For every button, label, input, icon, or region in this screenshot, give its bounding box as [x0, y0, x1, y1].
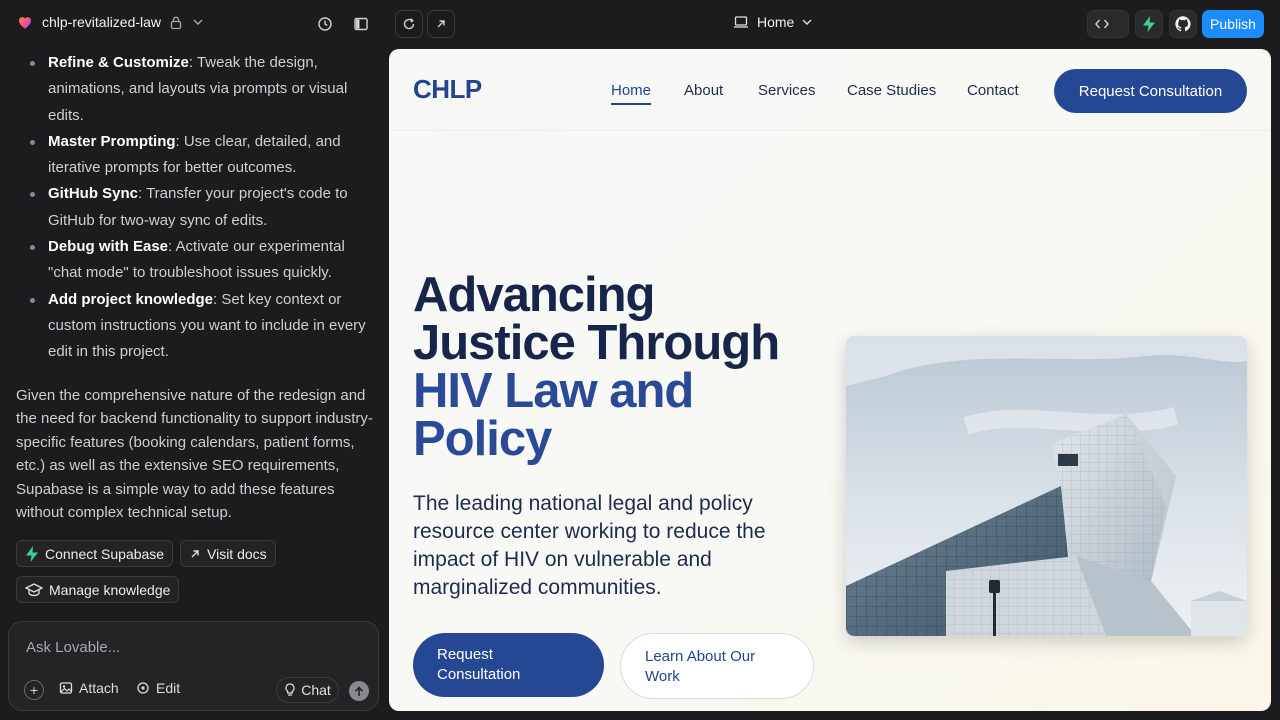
refresh-icon [403, 18, 415, 30]
chat-mode-toggle[interactable]: Chat [276, 677, 339, 703]
nav-services[interactable]: Services [758, 82, 816, 99]
manage-knowledge-label: Manage knowledge [49, 581, 171, 598]
list-item: Debug with Ease: Activate our experiment… [30, 234, 370, 287]
site-navbar: CHLP Home About Services Case Studies Co… [389, 49, 1271, 131]
manage-knowledge-button[interactable]: Manage knowledge [16, 576, 180, 603]
attach-label: Attach [79, 680, 119, 696]
chevron-down-icon [802, 19, 812, 25]
page-selector[interactable]: Home [733, 14, 812, 30]
chat-panel: Refine & Customize: Tweak the design, an… [0, 48, 388, 720]
send-button[interactable] [349, 681, 369, 701]
hero-title-line: Advancing [413, 268, 655, 322]
project-name: chlp-revitalized-law [42, 14, 162, 30]
project-switcher[interactable]: chlp-revitalized-law [16, 13, 205, 31]
history-icon[interactable] [313, 12, 337, 36]
chat-input-box[interactable]: Ask Lovable... + Attach Edit Chat [8, 621, 379, 711]
hero-title-line-accent: Policy [413, 412, 552, 466]
image-icon [59, 682, 73, 694]
code-icon [1095, 19, 1109, 29]
page-selector-label: Home [757, 14, 795, 30]
attach-button[interactable]: Attach [59, 680, 119, 696]
nav-case-studies[interactable]: Case Studies [847, 82, 936, 99]
lovable-heart-icon [19, 17, 31, 29]
publish-button[interactable]: Publish [1202, 10, 1264, 38]
lock-icon [169, 15, 183, 29]
edit-label: Edit [156, 680, 181, 696]
hero-title: Advancing Justice Through HIV Law and Po… [413, 268, 833, 466]
supabase-bolt-icon [26, 545, 38, 562]
github-button[interactable] [1169, 10, 1197, 38]
hero-building-image [846, 336, 1247, 636]
lightbulb-icon [285, 683, 295, 696]
visit-docs-label: Visit docs [207, 545, 267, 562]
list-item: Add project knowledge: Set key context o… [30, 287, 370, 366]
connect-supabase-label: Connect Supabase [45, 545, 165, 562]
hero-subtitle: The leading national legal and policy re… [413, 492, 766, 599]
github-icon [1175, 16, 1191, 32]
list-item: Master Prompting: Use clear, detailed, a… [30, 129, 370, 182]
assistant-message: Given the comprehensive nature of the re… [16, 387, 373, 522]
chevron-down-icon[interactable] [191, 15, 205, 29]
laptop-icon [734, 16, 748, 28]
sidebar-toggle-icon[interactable] [349, 12, 373, 36]
nav-home[interactable]: Home [611, 82, 652, 105]
open-external-button[interactable] [427, 10, 455, 38]
code-view-button[interactable] [1087, 10, 1129, 38]
nav-about[interactable]: About [684, 82, 723, 99]
supabase-bolt-icon [1143, 16, 1155, 32]
tips-list: Refine & Customize: Tweak the design, an… [30, 50, 370, 366]
nav-contact[interactable]: Contact [967, 82, 1019, 99]
top-bar: chlp-revitalized-law Home Publish [0, 0, 1280, 48]
hero-title-line: Justice Through [413, 316, 780, 370]
chat-input[interactable]: Ask Lovable... [26, 639, 120, 656]
nav-request-consultation-button[interactable]: Request Consultation [1054, 69, 1247, 113]
connect-supabase-button[interactable]: Connect Supabase [16, 540, 174, 567]
supabase-button[interactable] [1135, 10, 1163, 38]
refresh-button[interactable] [395, 10, 423, 38]
site-preview: CHLP Home About Services Case Studies Co… [389, 49, 1271, 711]
graduation-cap-icon [25, 582, 43, 596]
chat-mode-label: Chat [301, 682, 331, 698]
list-item: Refine & Customize: Tweak the design, an… [30, 50, 370, 129]
arrow-up-right-icon [191, 549, 199, 557]
arrow-up-right-icon [437, 20, 445, 28]
hero-learn-more-button[interactable]: Learn About Our Work [620, 633, 814, 699]
hero-title-line-accent: HIV Law and [413, 364, 694, 418]
arrow-up-icon [354, 685, 364, 696]
edit-button[interactable]: Edit [136, 680, 180, 696]
list-item: GitHub Sync: Transfer your project's cod… [30, 181, 370, 234]
visit-docs-button[interactable]: Visit docs [180, 540, 276, 567]
site-logo[interactable]: CHLP [413, 74, 482, 105]
target-icon [137, 682, 149, 694]
hero-request-consultation-button[interactable]: Request Consultation [413, 633, 604, 697]
add-icon[interactable]: + [24, 680, 44, 700]
